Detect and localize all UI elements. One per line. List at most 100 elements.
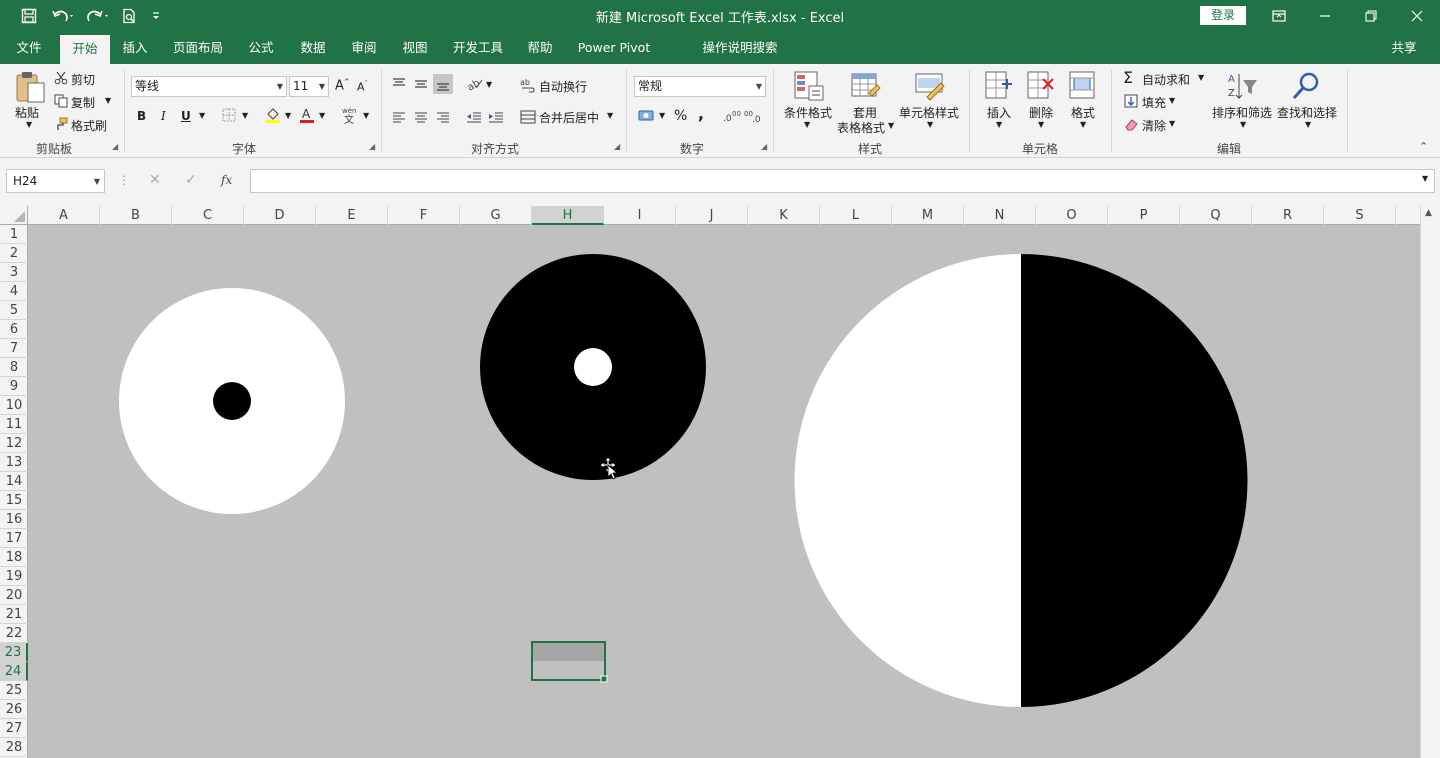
column-header-r[interactable]: R: [1252, 206, 1324, 225]
column-header-m[interactable]: M: [892, 206, 964, 225]
fill-color-dropdown-icon[interactable]: ▼: [285, 111, 291, 120]
insert-dropdown-icon[interactable]: ▼: [996, 120, 1002, 129]
delete-dropdown-icon[interactable]: ▼: [1038, 120, 1044, 129]
tab-page-layout[interactable]: 页面布局: [166, 32, 230, 64]
underline-dropdown-icon[interactable]: ▼: [199, 111, 205, 120]
row-header-1[interactable]: 1: [0, 225, 28, 244]
phonetic-guide-icon[interactable]: wén 文: [340, 106, 362, 126]
align-center-icon[interactable]: [413, 109, 429, 125]
insert-cells-icon[interactable]: [984, 70, 1014, 102]
paste-label[interactable]: 粘贴: [15, 104, 39, 121]
format-cells-icon[interactable]: [1068, 70, 1098, 102]
find-dropdown-icon[interactable]: ▼: [1305, 120, 1311, 129]
delete-cells-button[interactable]: 删除: [1029, 104, 1053, 121]
merge-dropdown-icon[interactable]: ▼: [607, 111, 613, 120]
font-name-select[interactable]: 等线 ▼: [131, 76, 287, 97]
increase-decimal-icon[interactable]: .0 00: [723, 108, 741, 124]
row-header-22[interactable]: 22: [0, 624, 28, 643]
row-header-11[interactable]: 11: [0, 415, 28, 434]
column-header-q[interactable]: Q: [1180, 206, 1252, 225]
row-header-27[interactable]: 27: [0, 719, 28, 738]
format-as-table-icon[interactable]: [850, 70, 882, 102]
cell-styles-dropdown-icon[interactable]: ▼: [927, 120, 933, 129]
increase-indent-icon[interactable]: [488, 109, 504, 125]
table-dropdown-icon[interactable]: ▼: [888, 121, 894, 130]
align-right-icon[interactable]: [435, 109, 451, 125]
conditional-formatting-button[interactable]: 条件格式: [784, 104, 832, 121]
row-header-19[interactable]: 19: [0, 567, 28, 586]
tab-file[interactable]: 文件: [6, 32, 52, 64]
column-header-g[interactable]: G: [460, 206, 532, 225]
phonetic-dropdown-icon[interactable]: ▼: [363, 111, 369, 120]
align-top-icon[interactable]: [391, 76, 407, 92]
delete-cells-icon[interactable]: [1026, 70, 1056, 102]
find-select-icon[interactable]: [1290, 70, 1322, 102]
copy-dropdown-icon[interactable]: ▼: [105, 96, 111, 105]
insert-function-icon[interactable]: fx: [221, 173, 232, 187]
increase-font-size-icon[interactable]: A^: [335, 78, 350, 93]
column-header-h[interactable]: H: [532, 206, 604, 225]
column-header-l[interactable]: L: [820, 206, 892, 225]
decrease-indent-icon[interactable]: [466, 109, 482, 125]
expand-formula-bar-icon[interactable]: ▼: [1422, 174, 1428, 183]
row-header-5[interactable]: 5: [0, 301, 28, 320]
tab-formulas[interactable]: 公式: [240, 32, 282, 64]
column-header-k[interactable]: K: [748, 206, 820, 225]
row-header-21[interactable]: 21: [0, 605, 28, 624]
comma-style-button[interactable]: ,: [698, 104, 704, 123]
row-header-10[interactable]: 10: [0, 396, 28, 415]
orientation-dropdown-icon[interactable]: ▼: [486, 80, 492, 89]
align-middle-icon[interactable]: [413, 76, 429, 92]
row-header-25[interactable]: 25: [0, 681, 28, 700]
row-header-15[interactable]: 15: [0, 491, 28, 510]
login-button[interactable]: 登录: [1200, 6, 1246, 25]
close-icon[interactable]: [1394, 0, 1440, 32]
large-circle-left-white-half[interactable]: [794, 254, 1021, 707]
vertical-scrollbar[interactable]: ▲: [1420, 206, 1440, 758]
align-bottom-icon[interactable]: [433, 74, 453, 94]
sort-filter-button[interactable]: 排序和筛选: [1212, 104, 1272, 121]
column-header-p[interactable]: P: [1108, 206, 1180, 225]
format-painter-button[interactable]: 格式刷: [71, 117, 107, 134]
copy-button[interactable]: 复制: [71, 94, 95, 111]
fill-handle[interactable]: [600, 675, 608, 683]
font-color-icon[interactable]: A: [298, 106, 316, 124]
row-header-23[interactable]: 23: [0, 643, 28, 662]
autosum-dropdown-icon[interactable]: ▼: [1198, 73, 1204, 82]
font-launcher-icon[interactable]: ◢: [369, 142, 375, 151]
share-button[interactable]: 共享: [1386, 32, 1422, 64]
format-dropdown-icon[interactable]: ▼: [1080, 120, 1086, 129]
wrap-text-button[interactable]: 自动换行: [539, 78, 587, 95]
decrease-font-size-icon[interactable]: Aˇ: [357, 80, 368, 94]
column-header-n[interactable]: N: [964, 206, 1036, 225]
collapse-ribbon-icon[interactable]: ⌃: [1419, 140, 1428, 153]
row-header-18[interactable]: 18: [0, 548, 28, 567]
alignment-launcher-icon[interactable]: ◢: [614, 142, 620, 151]
white-dot-shape[interactable]: [574, 348, 612, 386]
row-header-9[interactable]: 9: [0, 377, 28, 396]
minimize-icon[interactable]: [1302, 0, 1348, 32]
row-header-6[interactable]: 6: [0, 320, 28, 339]
cut-button[interactable]: 剪切: [71, 71, 95, 88]
tab-review[interactable]: 审阅: [343, 32, 385, 64]
merge-center-button[interactable]: 合并后居中: [539, 109, 599, 126]
large-circle-right-black-half[interactable]: [1021, 254, 1248, 707]
name-box[interactable]: H24 ▼: [6, 169, 105, 193]
decrease-decimal-icon[interactable]: 00.0: [744, 108, 762, 125]
paste-dropdown-icon[interactable]: ▼: [26, 120, 32, 129]
font-size-select[interactable]: 11 ▼: [289, 76, 329, 97]
underline-button[interactable]: U: [181, 109, 191, 123]
row-header-28[interactable]: 28: [0, 738, 28, 757]
column-header-f[interactable]: F: [388, 206, 460, 225]
column-header-o[interactable]: O: [1036, 206, 1108, 225]
borders-icon[interactable]: [222, 108, 236, 122]
conditional-formatting-icon[interactable]: [793, 70, 825, 102]
tab-power-pivot[interactable]: Power Pivot: [572, 32, 656, 64]
column-header-d[interactable]: D: [244, 206, 316, 225]
accounting-dropdown-icon[interactable]: ▼: [659, 111, 665, 120]
cancel-entry-icon[interactable]: ✕: [149, 172, 161, 188]
row-header-24[interactable]: 24: [0, 662, 28, 681]
insert-cells-button[interactable]: 插入: [987, 104, 1011, 121]
borders-dropdown-icon[interactable]: ▼: [242, 111, 248, 120]
row-header-2[interactable]: 2: [0, 244, 28, 263]
